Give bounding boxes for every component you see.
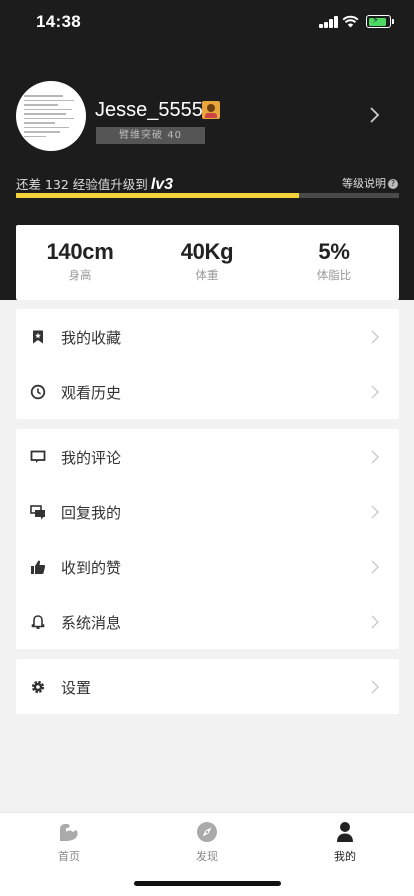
menu-item-system-messages[interactable]: 系统消息	[16, 594, 399, 649]
menu-group-messages: 我的评论 回复我的 收到的赞 系统消息	[16, 429, 399, 649]
tab-label: 首页	[58, 850, 80, 863]
tab-label: 我的	[334, 850, 356, 863]
menu-item-likes[interactable]: 收到的赞	[16, 539, 399, 594]
menu-item-label: 系统消息	[61, 614, 122, 632]
menu-group-settings: 设置	[16, 659, 399, 714]
target-level: lv3	[150, 176, 174, 193]
stat-label: 体脂比	[316, 268, 352, 282]
stat-label: 身高	[68, 268, 92, 282]
bookmark-icon	[33, 330, 43, 344]
status-bar: 14:38 ⚡	[0, 0, 414, 44]
menu-item-label: 收到的赞	[61, 559, 122, 577]
level-progress-fill	[16, 193, 300, 198]
stat-height: 140cm 身高	[16, 239, 144, 283]
progress-prefix: 还差 132 经验值升级到	[16, 177, 148, 192]
status-time: 14:38	[36, 12, 81, 31]
profile-chevron-right-icon[interactable]	[369, 106, 381, 124]
question-icon: ?	[388, 179, 398, 189]
level-tag: 臂维突破 40	[96, 127, 205, 144]
body-stats-card: 140cm 身高 40Kg 体重 5% 体脂比	[16, 225, 399, 300]
menu-item-favorites[interactable]: 我的收藏	[16, 309, 399, 364]
level-progress-text: 还差 132 经验值升级到 lv3	[16, 174, 173, 194]
bell-icon	[31, 615, 45, 629]
tab-me[interactable]: 我的	[276, 821, 414, 864]
flex-arm-icon	[60, 824, 78, 841]
menu-group-collections: 我的收藏 观看历史	[16, 309, 399, 419]
stat-value: 40Kg	[180, 239, 234, 264]
menu-item-label: 我的收藏	[61, 329, 122, 347]
stat-weight: 40Kg 体重	[143, 239, 271, 283]
comment-icon	[30, 450, 46, 463]
tab-label: 发现	[196, 850, 218, 863]
reply-icon	[30, 505, 45, 520]
level-help-label: 等级说明	[342, 177, 386, 190]
chevron-right-icon	[371, 330, 379, 344]
chevron-right-icon	[371, 450, 379, 464]
menu-item-label: 观看历史	[61, 384, 122, 402]
tab-home[interactable]: 首页	[0, 821, 138, 864]
menu-item-settings[interactable]: 设置	[16, 659, 399, 714]
chevron-right-icon	[371, 680, 379, 694]
chevron-right-icon	[371, 560, 379, 574]
home-indicator	[134, 881, 281, 886]
menu-item-label: 回复我的	[61, 504, 122, 522]
battery-icon: ⚡	[366, 15, 394, 28]
chevron-right-icon	[371, 385, 379, 399]
menu-item-label: 设置	[61, 679, 92, 697]
user-badge-icon	[202, 101, 220, 119]
menu-item-watch-history[interactable]: 观看历史	[16, 364, 399, 419]
compass-icon	[197, 822, 217, 842]
thumbs-up-icon	[31, 560, 46, 574]
cellular-signal-icon	[319, 16, 339, 28]
tab-discover[interactable]: 发现	[138, 821, 276, 864]
stat-label: 体重	[195, 268, 219, 282]
menu-item-replies[interactable]: 回复我的	[16, 484, 399, 539]
chevron-right-icon	[371, 505, 379, 519]
gear-icon	[31, 680, 45, 694]
wifi-icon	[342, 15, 359, 28]
username: Jesse_5555	[95, 99, 203, 121]
menu-item-label: 我的评论	[61, 449, 122, 467]
stat-body-fat: 5% 体脂比	[270, 239, 398, 283]
stat-value: 140cm	[46, 239, 114, 264]
level-progress-bar	[16, 193, 399, 198]
chevron-right-icon	[371, 615, 379, 629]
stat-value: 5%	[318, 239, 350, 264]
clock-icon	[30, 384, 46, 400]
menu-item-my-comments[interactable]: 我的评论	[16, 429, 399, 484]
avatar[interactable]	[16, 81, 86, 151]
level-help-link[interactable]: 等级说明?	[342, 175, 398, 191]
person-icon	[337, 822, 353, 842]
